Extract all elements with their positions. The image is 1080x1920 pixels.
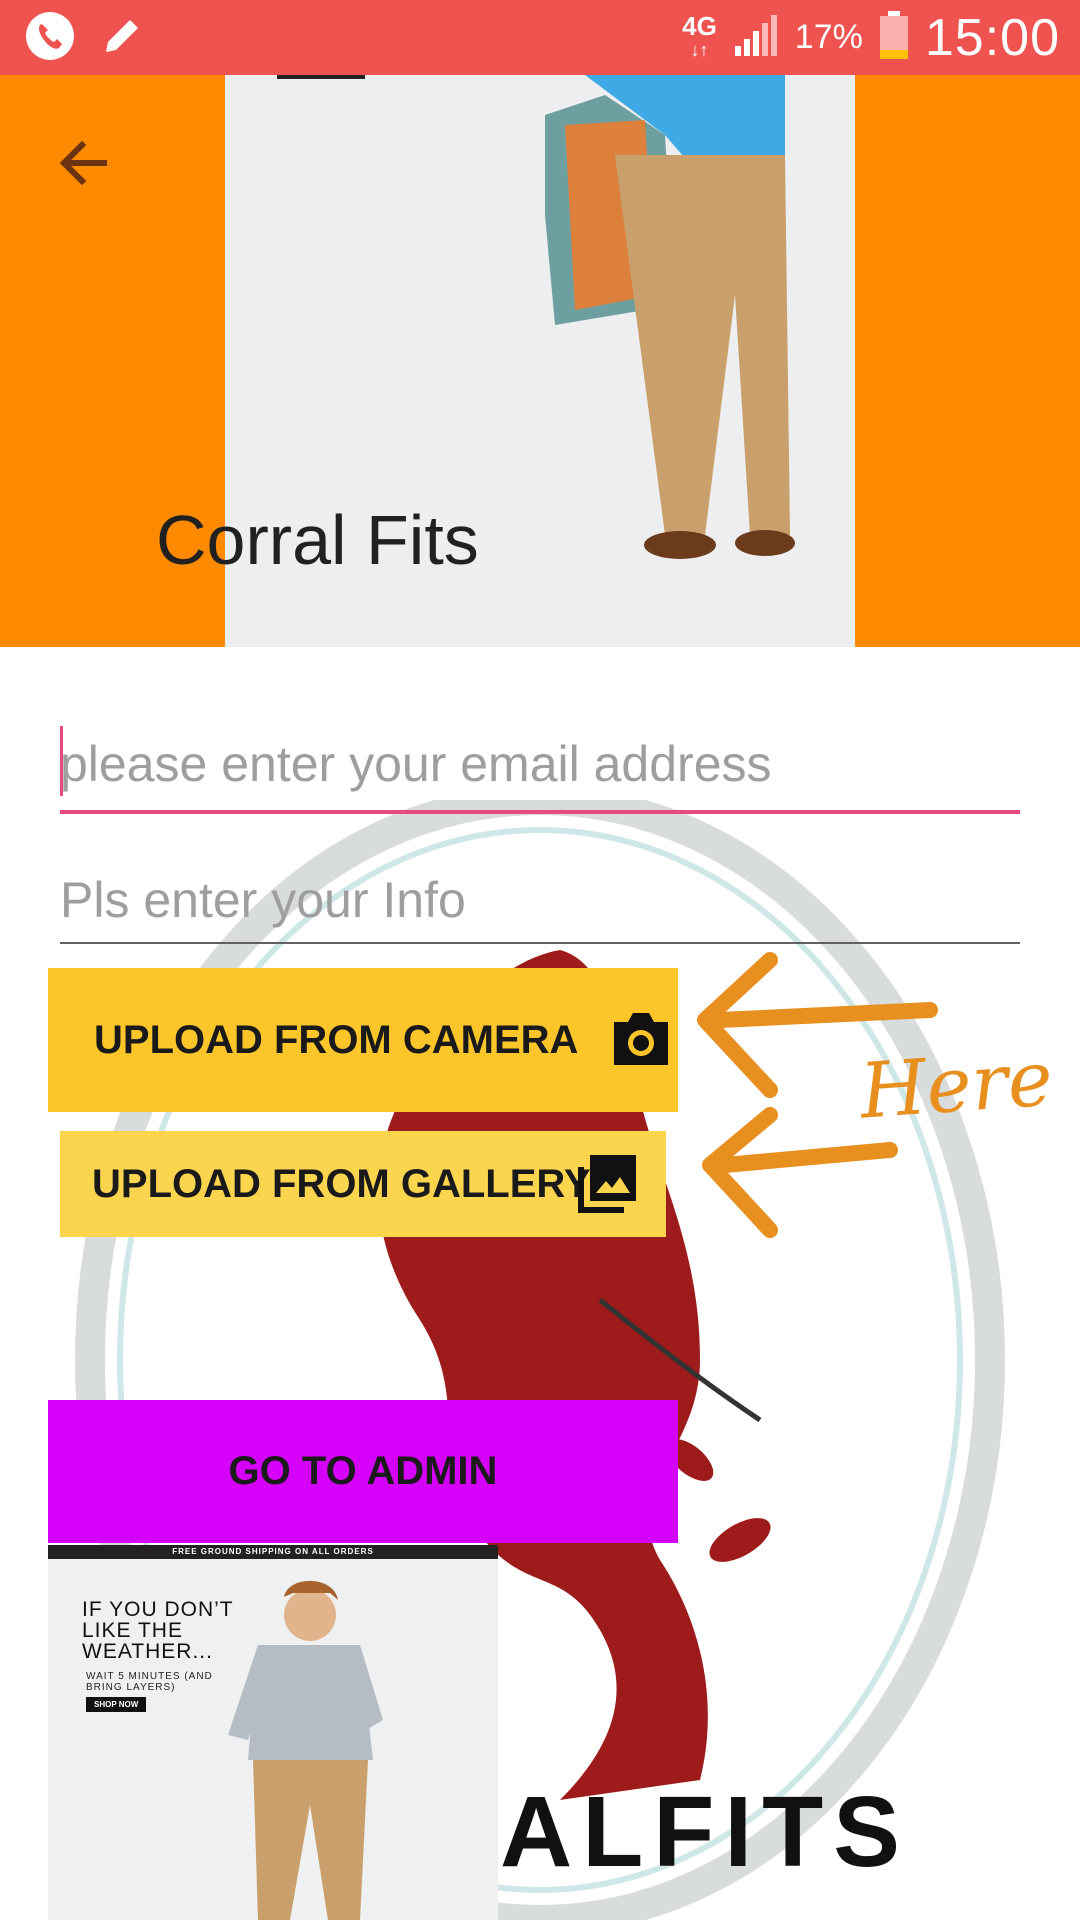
back-button[interactable]	[54, 133, 114, 193]
background-logo-text: ALFITS	[500, 1776, 910, 1888]
app-header: Corral Fits	[0, 75, 1080, 647]
upload-from-gallery-label: UPLOAD FROM GALLERY	[92, 1161, 591, 1206]
email-field-container	[60, 718, 1020, 814]
handwritten-annotation: Here	[690, 940, 1070, 1265]
promo-subtext: WAIT 5 MINUTES (AND BRING LAYERS)	[86, 1671, 213, 1693]
promo-banner[interactable]: FREE GROUND SHIPPING ON ALL ORDERS IF YO…	[48, 1545, 498, 1920]
network-indicator: 4G ↓↑	[682, 10, 717, 60]
battery-icon	[879, 10, 909, 65]
annotation-here-text: Here	[857, 1033, 1056, 1136]
photo-library-icon	[576, 1153, 638, 1225]
email-field[interactable]	[60, 718, 1020, 810]
status-bar: 4G ↓↑ 17% 15:00	[0, 0, 1080, 75]
upload-from-camera-button[interactable]: UPLOAD FROM CAMERA	[48, 968, 678, 1112]
upload-from-camera-label: UPLOAD FROM CAMERA	[94, 1017, 579, 1062]
text-cursor	[60, 726, 63, 796]
data-transfer-icon: ↓↑	[690, 39, 709, 60]
page-title: Corral Fits	[156, 501, 479, 579]
status-time: 15:00	[924, 8, 1060, 67]
info-field-container	[60, 858, 1020, 944]
promo-shop-now-button[interactable]: SHOP NOW	[86, 1697, 147, 1712]
edit-pencil-icon	[98, 12, 146, 65]
battery-percent: 17%	[794, 18, 863, 56]
go-to-admin-button[interactable]: GO TO ADMIN	[48, 1400, 678, 1543]
arrow-back-icon	[59, 140, 107, 186]
go-to-admin-label: GO TO ADMIN	[228, 1449, 498, 1493]
phone-call-icon	[24, 10, 76, 67]
signal-icon	[733, 12, 779, 63]
upload-from-gallery-button[interactable]: UPLOAD FROM GALLERY	[60, 1131, 666, 1237]
camera-icon	[610, 1010, 672, 1078]
info-field[interactable]	[60, 858, 1020, 942]
promo-headline: IF YOU DON’T LIKE THE WEATHER...	[82, 1598, 234, 1663]
